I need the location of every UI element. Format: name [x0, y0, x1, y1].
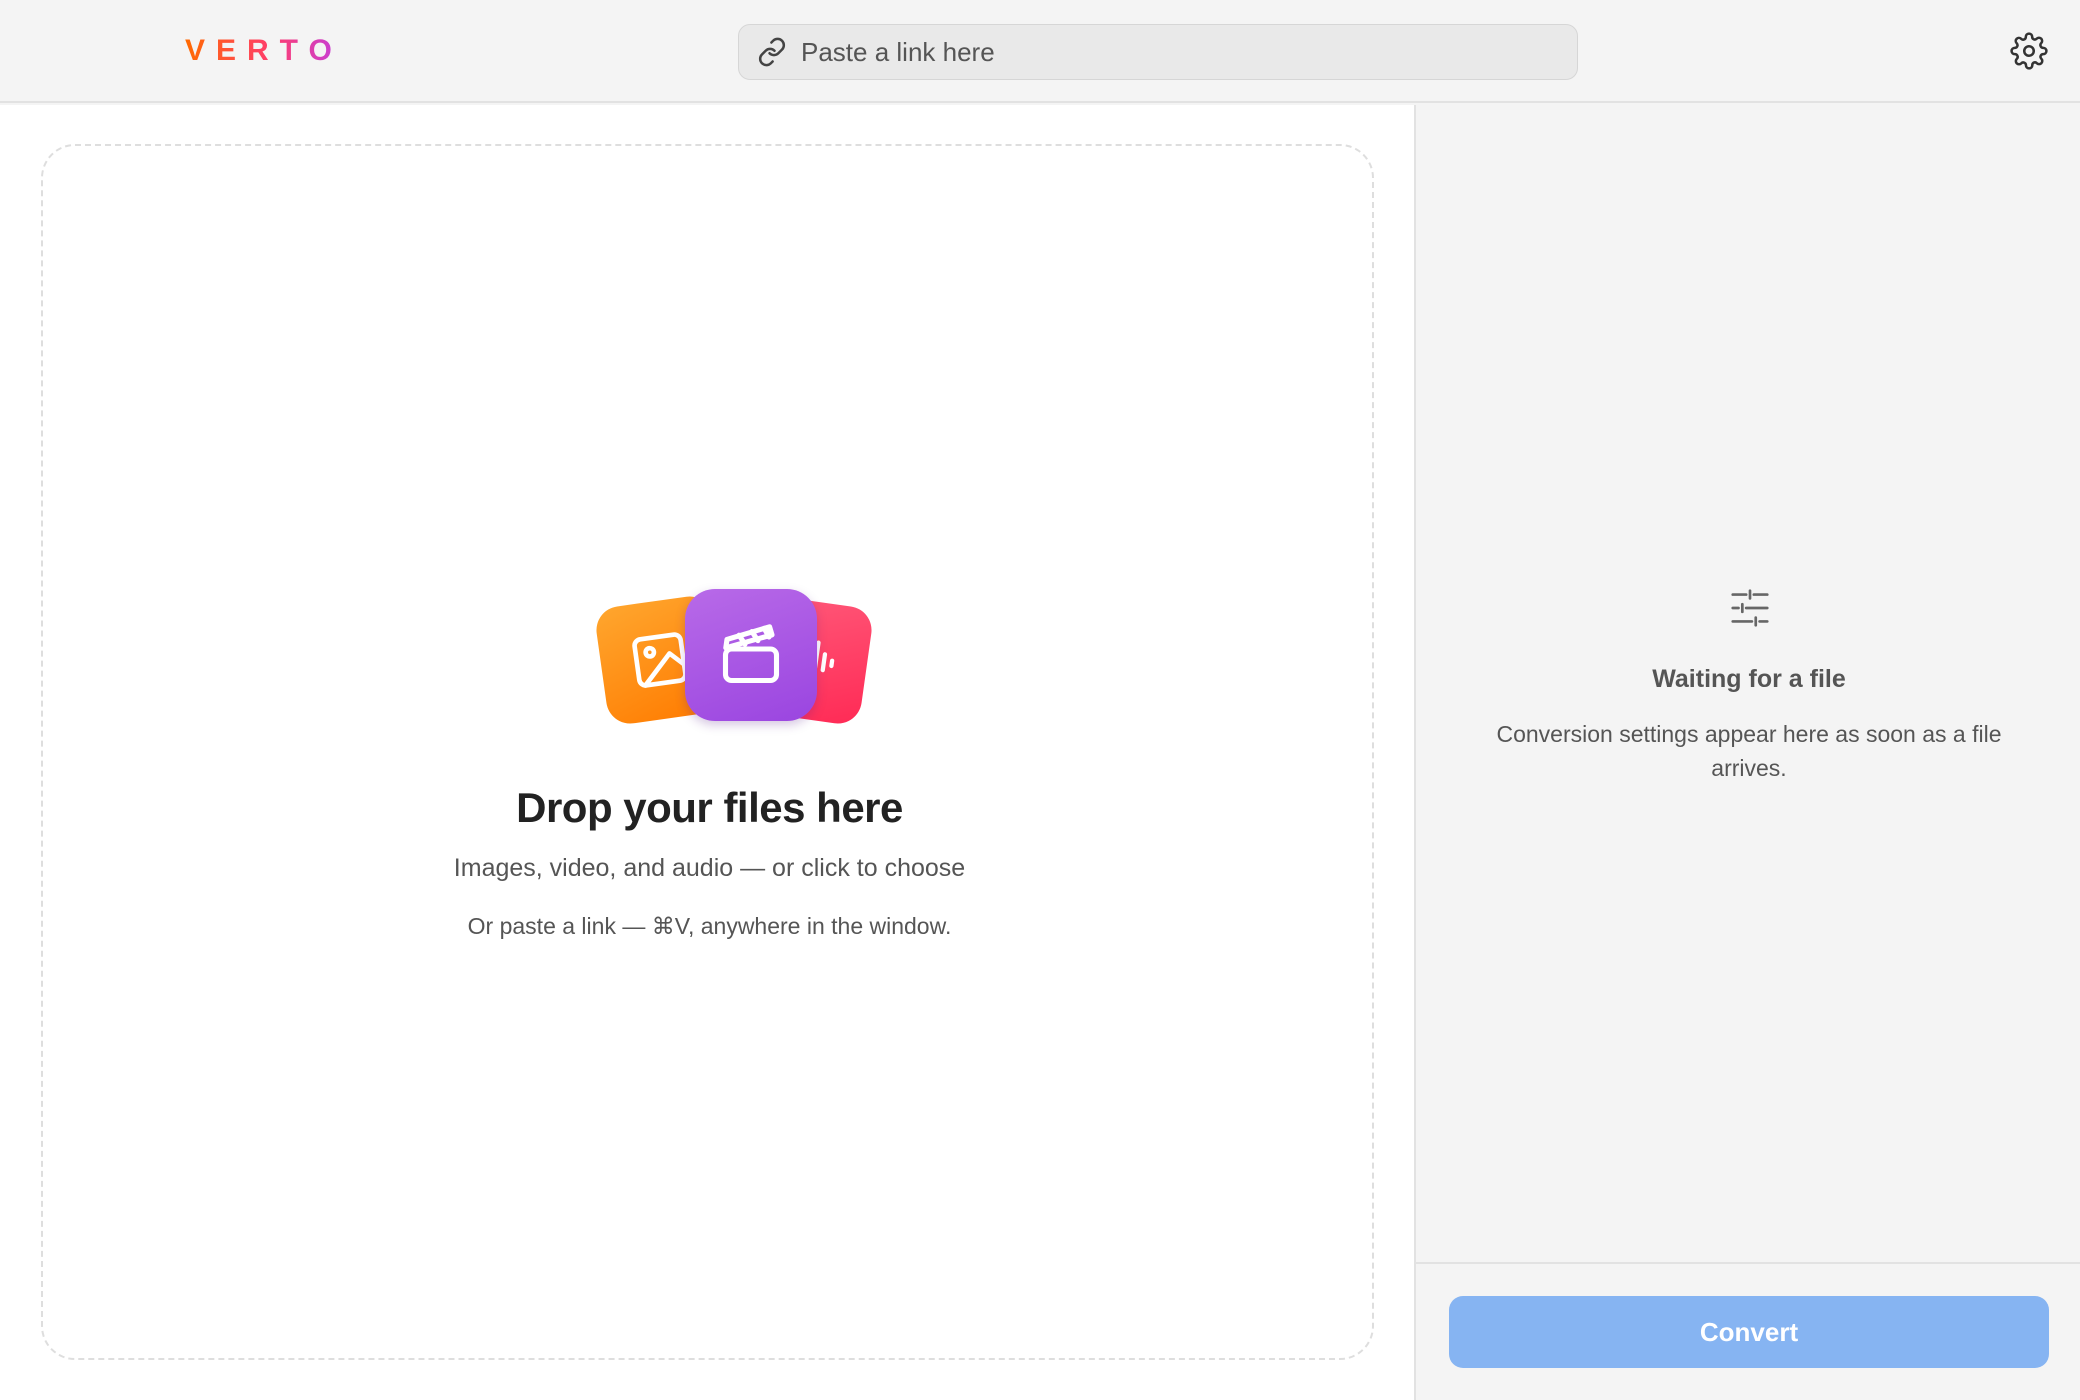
dropzone-title: Drop your files here: [516, 784, 903, 831]
link-input[interactable]: [801, 36, 1561, 68]
status-title: Waiting for a file: [1652, 665, 1846, 693]
top-bar: VERTO: [0, 0, 2080, 103]
settings-sidebar: Waiting for a file Conversion settings a…: [1414, 105, 2080, 1400]
status-description: Conversion settings appear here as soon …: [1496, 721, 2002, 781]
file-dropzone[interactable]: Drop your files here Images, video, and …: [41, 144, 1374, 1360]
app-logo: VERTO: [185, 34, 343, 67]
link-bar[interactable]: [738, 24, 1578, 80]
media-icon-stack: [551, 581, 891, 731]
dropzone-subtitle: Images, video, and audio — or click to c…: [453, 854, 966, 882]
gear-icon[interactable]: [2010, 32, 2048, 70]
convert-button[interactable]: Convert: [1449, 1296, 2049, 1368]
sliders-icon: [1731, 589, 1769, 627]
video-card: [685, 589, 817, 721]
sidebar-footer: Convert: [1416, 1262, 2080, 1400]
main-area: Drop your files here Images, video, and …: [0, 105, 1414, 1400]
dropzone-paste-hint: Or paste a link — ⌘V, anywhere in the wi…: [467, 913, 952, 939]
link-icon: [758, 37, 786, 67]
video-clapper-icon: [722, 624, 780, 684]
